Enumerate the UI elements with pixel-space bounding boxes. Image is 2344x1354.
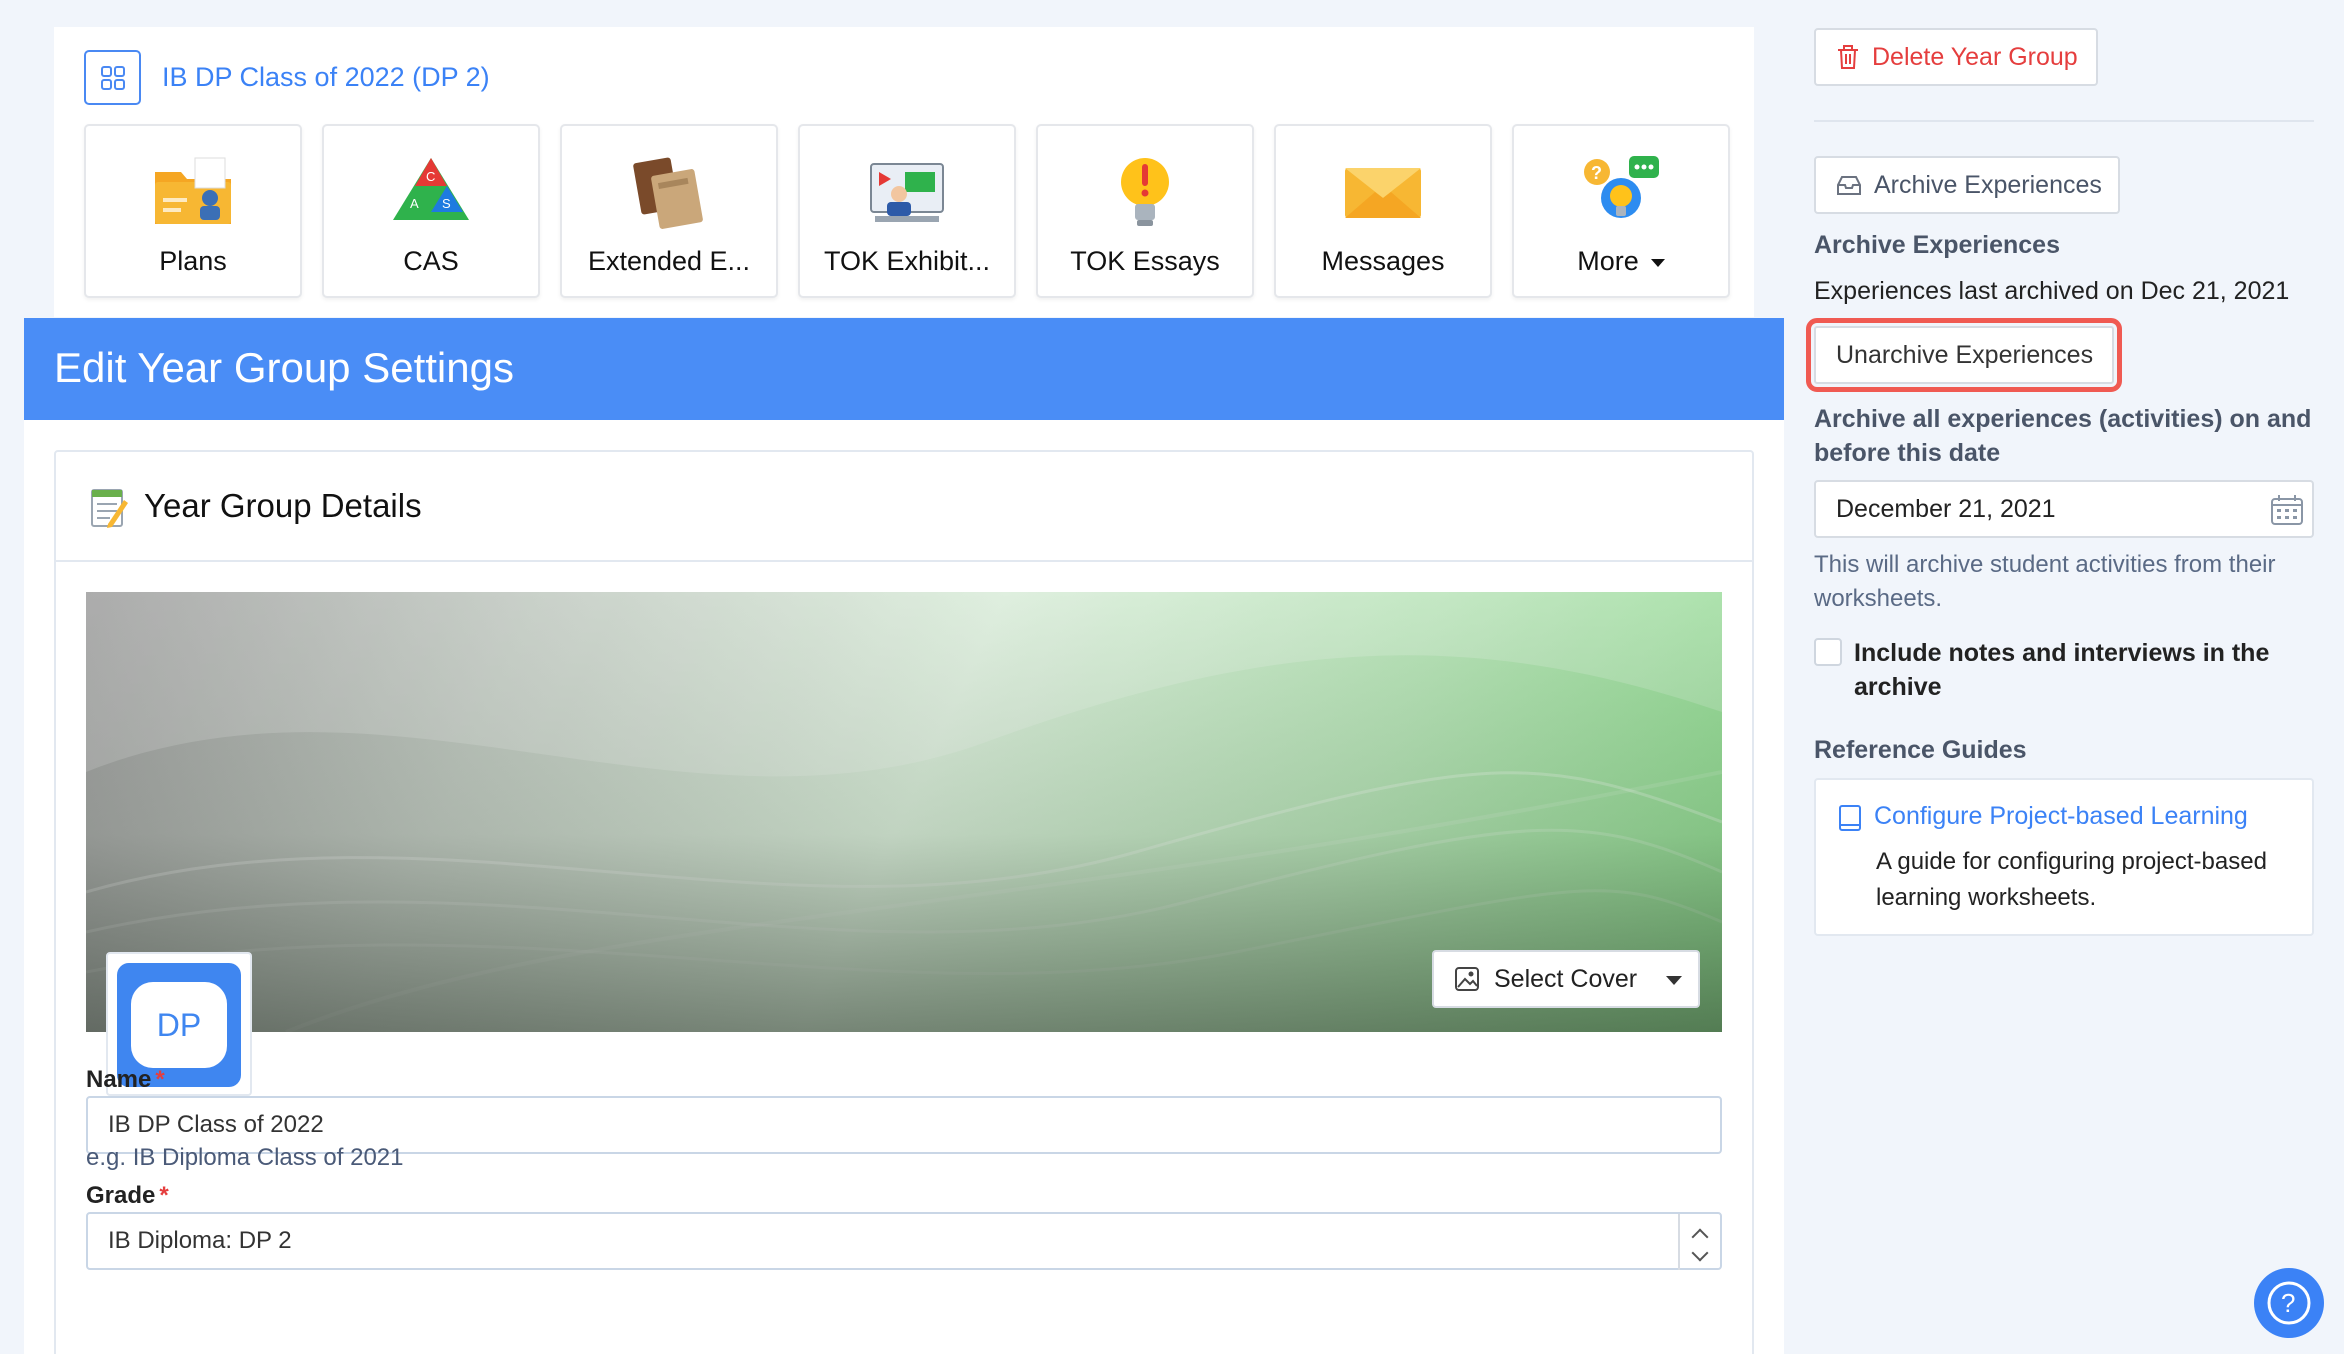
trash-icon [1838,45,1858,69]
cas-triangle-icon: C A S [393,158,469,220]
calendar-icon[interactable] [2270,494,2304,526]
chevron-up-icon [1691,1228,1709,1246]
caret-down-icon [1650,258,1665,267]
svg-text:S: S [442,196,451,211]
archive-date-input[interactable]: December 21, 2021 [1814,480,2314,538]
grade-value: IB Diploma: DP 2 [108,1227,292,1254]
tile-label: Extended E... [587,246,751,276]
archive-experiences-button[interactable]: Archive Experiences [1814,156,2120,214]
grade-label: Grade * [86,1182,169,1209]
grid-menu-button[interactable] [84,50,141,105]
reference-guides-heading: Reference Guides [1814,736,2027,764]
last-archived-text: Experiences last archived on Dec 21, 202… [1814,277,2290,305]
envelope-icon [1345,168,1421,218]
tile-cas[interactable]: C A S CAS [322,124,540,298]
tile-more[interactable]: ? More [1512,124,1730,298]
tile-tok-essays[interactable]: TOK Essays [1036,124,1254,298]
books-icon [633,157,703,229]
image-icon [1455,967,1479,991]
year-group-header: IB DP Class of 2022 (DP 2) [84,50,490,105]
main-panel: Year Group Details Select Cover DP Name … [24,420,1784,1354]
question-icon: ? [2267,1281,2311,1325]
grid-icon [100,65,125,90]
grade-spinner[interactable] [1678,1214,1720,1270]
app-tiles: Plans C A S CAS Extended E... TOK Exhibi… [84,124,1730,298]
unarchive-label: Unarchive Experiences [1836,340,2094,369]
archive-note: This will archive student activities fro… [1814,551,2276,612]
svg-text:?: ? [1591,163,1602,183]
guide-link[interactable]: Configure Project-based Learning [1874,802,2248,831]
delete-label: Delete Year Group [1872,42,2078,71]
tile-messages[interactable]: Messages [1274,124,1492,298]
svg-text:A: A [410,196,419,211]
tile-label: Plans [159,246,227,276]
question-bubbles-icon: ? [1584,156,1659,218]
delete-year-group-button[interactable]: Delete Year Group [1814,28,2098,86]
archive-heading: Archive Experiences [1814,231,2060,259]
unarchive-experiences-button[interactable]: Unarchive Experiences [1806,318,2122,392]
memo-icon [91,489,128,528]
select-cover-label: Select Cover [1494,964,1638,993]
include-notes-checkbox[interactable] [1814,638,1842,666]
cover-image: Select Cover [86,592,1722,1032]
year-group-details-card: Year Group Details Select Cover DP Name … [54,450,1754,1354]
tile-plans[interactable]: Plans [84,124,302,298]
page-title: Edit Year Group Settings [54,344,514,391]
tile-label: TOK Essays [1070,246,1220,276]
tile-label: CAS [403,246,459,276]
tile-label: TOK Exhibit... [823,246,991,276]
include-notes-label[interactable]: Include notes and interviews in the arch… [1854,636,2294,704]
grade-select[interactable]: IB Diploma: DP 2 [86,1212,1722,1270]
details-header: Year Group Details [56,452,1752,562]
svg-text:?: ? [2281,1288,2295,1318]
tile-tok-exhibition[interactable]: TOK Exhibit... [798,124,1016,298]
year-group-nav-card: IB DP Class of 2022 (DP 2) Plans C A S C… [54,27,1754,317]
lightbulb-icon [1121,158,1169,226]
tile-label: Messages [1321,246,1445,276]
name-hint: e.g. IB Diploma Class of 2021 [86,1144,404,1171]
book-icon [1839,805,1861,831]
year-group-title[interactable]: IB DP Class of 2022 (DP 2) [162,62,490,93]
avatar-text: DP [131,982,227,1068]
guide-description: A guide for configuring project-based le… [1876,848,2267,911]
chevron-down-icon [1691,1244,1709,1262]
select-cover-button[interactable]: Select Cover [1432,950,1700,1008]
tile-extended-essay[interactable]: Extended E... [560,124,778,298]
archive-all-text: Archive all experiences (activities) on … [1814,405,2312,467]
reference-guide-card: Configure Project-based Learning A guide… [1814,778,2314,936]
archive-date-value: December 21, 2021 [1836,494,2056,523]
archive-button-label: Archive Experiences [1874,170,2102,199]
details-title: Year Group Details [144,487,422,524]
help-button[interactable]: ? [2254,1268,2324,1338]
page-banner: Edit Year Group Settings [24,318,1784,420]
tile-label: More [1577,246,1665,277]
presentation-icon [870,163,944,222]
divider [1814,120,2314,122]
caret-down-icon [1666,976,1682,985]
archive-icon [1837,176,1861,195]
name-label: Name * [86,1066,165,1093]
plans-folder-icon [155,157,231,224]
svg-text:C: C [426,169,435,184]
